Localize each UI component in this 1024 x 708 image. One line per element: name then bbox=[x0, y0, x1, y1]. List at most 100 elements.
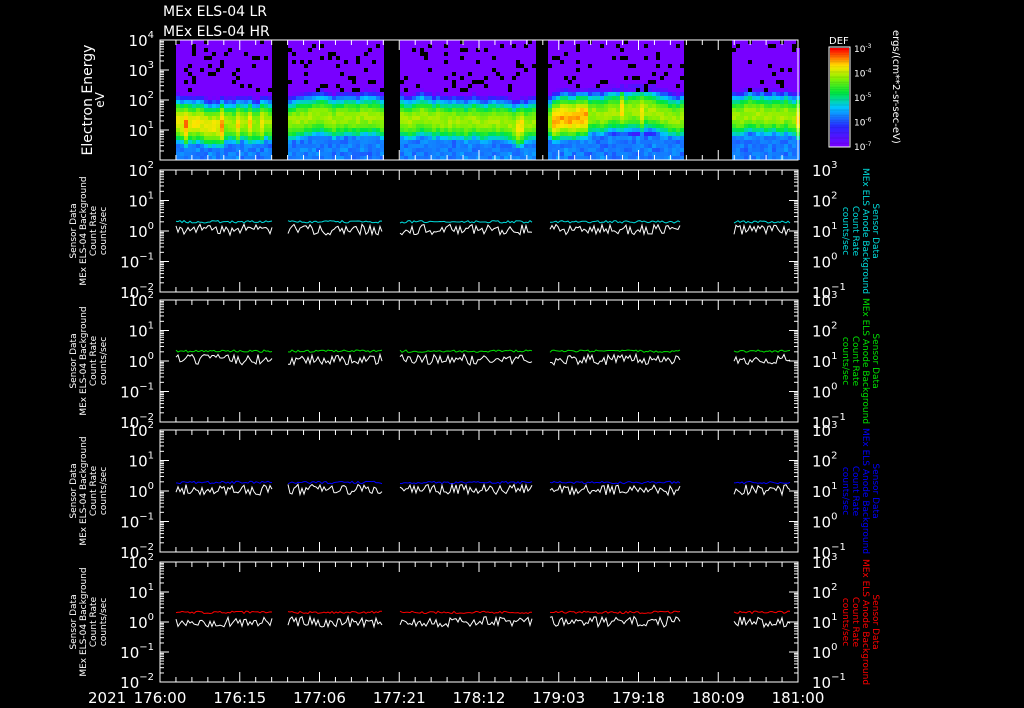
spectrogram-cell bbox=[180, 88, 184, 92]
spectrogram-cell bbox=[644, 104, 648, 108]
spectrogram-cell bbox=[244, 76, 248, 80]
spectrogram-cell bbox=[760, 156, 764, 160]
spectrogram-cell bbox=[564, 148, 568, 152]
spectrogram-cell bbox=[564, 56, 568, 60]
spectrogram-cell bbox=[596, 92, 600, 96]
spectrogram-cell bbox=[308, 40, 312, 44]
spectrogram-cell bbox=[672, 80, 676, 84]
spectrogram-cell bbox=[656, 48, 660, 52]
spectrogram-cell bbox=[580, 76, 584, 80]
spectrogram-cell bbox=[612, 108, 616, 112]
y-tick-exponent: 1 bbox=[148, 582, 154, 593]
spectrogram-cell bbox=[472, 132, 476, 136]
spectrogram-cell bbox=[768, 76, 772, 80]
spectrogram-cell bbox=[576, 84, 580, 88]
spectrogram-cell bbox=[492, 96, 496, 100]
spectrogram-cell bbox=[568, 156, 572, 160]
colorbar-segment bbox=[830, 69, 849, 72]
spectrogram-cell bbox=[660, 40, 664, 44]
spectrogram-cell bbox=[660, 100, 664, 104]
spectrogram-cell bbox=[400, 80, 404, 84]
spectrogram-cell bbox=[752, 144, 756, 148]
colorbar-segment bbox=[830, 59, 849, 62]
spectrogram-cell bbox=[468, 96, 472, 100]
spectrogram-cell bbox=[408, 144, 412, 148]
spectrogram-cell bbox=[464, 52, 468, 56]
colorbar-tick-label: 10-3 bbox=[854, 43, 872, 55]
spectrogram-cell bbox=[292, 116, 296, 120]
spectrogram-cell bbox=[504, 132, 508, 136]
spectrogram-cell bbox=[632, 132, 636, 136]
spectrogram-cell bbox=[792, 52, 796, 56]
spectrogram-cell bbox=[224, 84, 228, 88]
spectrogram-cell bbox=[664, 84, 668, 88]
spectrogram-cell bbox=[608, 40, 612, 44]
spectrogram-cell bbox=[652, 68, 656, 72]
spectrogram-cell bbox=[420, 96, 424, 100]
spectrogram-cell bbox=[600, 96, 604, 100]
spectrogram-cell bbox=[564, 144, 568, 148]
spectrogram-cell bbox=[412, 136, 416, 140]
spectrogram-cell bbox=[328, 88, 332, 92]
spectrogram-cell bbox=[344, 100, 348, 104]
spectrogram-cell bbox=[416, 60, 420, 64]
spectrogram-cell bbox=[176, 60, 180, 64]
spectrogram-cell bbox=[564, 60, 568, 64]
colorbar-segment bbox=[830, 72, 849, 75]
spectrogram-cell bbox=[428, 136, 432, 140]
spectrogram-cell bbox=[252, 80, 256, 84]
spectrogram-cell bbox=[364, 84, 368, 88]
spectrogram-cell bbox=[444, 124, 448, 128]
spectrogram-cell bbox=[424, 52, 428, 56]
spectrogram-cell bbox=[756, 140, 760, 144]
spectrogram-cell bbox=[496, 68, 500, 72]
spectrogram-cell bbox=[748, 116, 752, 120]
spectrogram-cell bbox=[448, 92, 452, 96]
spectrogram-cell bbox=[644, 84, 648, 88]
spectrogram-cell bbox=[492, 104, 496, 108]
spectrogram-cell bbox=[628, 76, 632, 80]
spectrogram-cell bbox=[252, 120, 256, 124]
spectrogram-cell bbox=[432, 136, 436, 140]
spectrogram-cell bbox=[232, 156, 236, 160]
spectrogram-cell bbox=[336, 136, 340, 140]
spectrogram-cell bbox=[484, 140, 488, 144]
spectrogram-cell bbox=[296, 100, 300, 104]
spectrogram-cell bbox=[768, 140, 772, 144]
spectrogram-cell bbox=[304, 156, 308, 160]
spectrogram-cell bbox=[232, 52, 236, 56]
spectrogram-cell bbox=[268, 112, 272, 116]
spectrogram-cell bbox=[776, 112, 780, 116]
spectrogram-cell bbox=[640, 100, 644, 104]
spectrogram-cell bbox=[448, 128, 452, 132]
spectrogram-cell bbox=[216, 44, 220, 48]
spectrogram-cell bbox=[344, 64, 348, 68]
colorbar-tick-label: 10-5 bbox=[854, 92, 872, 104]
spectrogram-cell bbox=[596, 116, 600, 120]
spectrogram-cell bbox=[764, 60, 768, 64]
spectrogram-cell bbox=[300, 72, 304, 76]
spectrogram-cell bbox=[224, 132, 228, 136]
spectrogram-cell bbox=[436, 92, 440, 96]
spectrogram-cell bbox=[488, 48, 492, 52]
spectrogram-cell bbox=[400, 120, 404, 124]
spectrogram-cell bbox=[520, 80, 524, 84]
spectrogram-cell bbox=[372, 116, 376, 120]
spectrogram-cell bbox=[476, 92, 480, 96]
spectrogram-cell bbox=[308, 72, 312, 76]
colorbar-segment bbox=[830, 82, 849, 85]
spectrogram-cell bbox=[616, 148, 620, 152]
spectrogram-cell bbox=[516, 76, 520, 80]
y-tick-label: 101 bbox=[812, 351, 837, 371]
spectrogram-cell bbox=[596, 84, 600, 88]
spectrogram-cell bbox=[680, 92, 684, 96]
spectrogram-cell bbox=[608, 140, 612, 144]
spectrogram-cell bbox=[320, 84, 324, 88]
spectrogram-cell bbox=[732, 92, 736, 96]
spectrogram-cell bbox=[640, 64, 644, 68]
spectrogram-cell bbox=[676, 100, 680, 104]
colorbar-segment bbox=[830, 140, 849, 143]
spectrogram-cell bbox=[200, 128, 204, 132]
spectrogram-cell bbox=[460, 124, 464, 128]
spectrogram-cell bbox=[480, 84, 484, 88]
